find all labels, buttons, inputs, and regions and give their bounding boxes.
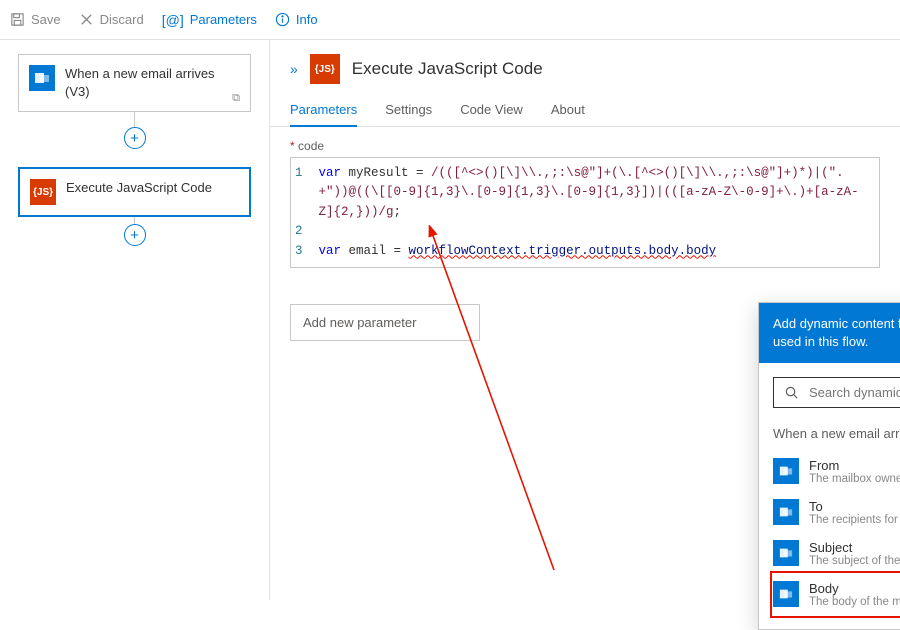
tab-codeview[interactable]: Code View	[460, 94, 523, 126]
discard-label: Discard	[100, 12, 144, 27]
parameters-icon: [@]	[162, 12, 184, 28]
discard-button[interactable]: Discard	[79, 12, 144, 27]
code-label: * code	[290, 139, 880, 153]
js-icon: {JS}	[30, 179, 56, 205]
action-details-panel: » {JS} Execute JavaScript Code Parameter…	[270, 40, 900, 600]
code-editor[interactable]: 1 23 var myResult = /(([^<>()[\]\\.,;:\s…	[290, 157, 880, 268]
save-button[interactable]: Save	[10, 12, 61, 27]
item-description: The mailbox owner and sender of the mess…	[809, 473, 900, 485]
dynamic-content-item[interactable]: FromThe mailbox owner and sender of the …	[773, 451, 900, 492]
item-description: The body of the message	[809, 596, 900, 608]
outlook-icon	[773, 499, 799, 525]
add-step-button[interactable]: +	[124, 127, 146, 149]
info-button[interactable]: Info	[275, 12, 318, 27]
item-title: Body	[809, 581, 900, 596]
search-input[interactable]	[809, 385, 900, 400]
item-title: Subject	[809, 540, 900, 555]
popup-message: Add dynamic content from the apps and co…	[773, 315, 900, 351]
dynamic-content-item[interactable]: ToThe recipients for the message	[773, 492, 900, 533]
item-title: To	[809, 499, 900, 514]
dynamic-content-search[interactable]	[773, 377, 900, 408]
tab-settings[interactable]: Settings	[385, 94, 432, 126]
trigger-card[interactable]: When a new email arrives (V3) ⧉	[18, 54, 251, 112]
dynamic-content-popup: Add dynamic content from the apps and co…	[758, 302, 900, 630]
action-title: Execute JavaScript Code	[66, 179, 212, 197]
outlook-icon	[773, 581, 799, 607]
panel-tabs: Parameters Settings Code View About	[270, 94, 900, 127]
code-content[interactable]: var myResult = /(([^<>()[\]\\.,;:\s@"]+(…	[311, 158, 879, 267]
group-title: When a new email arrives (V3)	[773, 426, 900, 441]
outlook-icon	[773, 540, 799, 566]
dynamic-content-item[interactable]: BodyThe body of the message	[773, 574, 900, 615]
dynamic-content-item[interactable]: SubjectThe subject of the message	[773, 533, 900, 574]
panel-header: » {JS} Execute JavaScript Code	[270, 40, 900, 94]
js-icon: {JS}	[310, 54, 340, 84]
top-toolbar: Save Discard [@] Parameters Info	[0, 0, 900, 40]
tab-about[interactable]: About	[551, 94, 585, 126]
action-card[interactable]: {JS} Execute JavaScript Code	[18, 167, 251, 217]
link-icon: ⧉	[232, 92, 240, 105]
item-description: The recipients for the message	[809, 514, 900, 526]
code-gutter: 1 23	[291, 158, 311, 267]
tab-parameters[interactable]: Parameters	[290, 94, 357, 127]
parameters-label: Parameters	[190, 12, 257, 27]
close-icon	[79, 12, 94, 27]
info-icon	[275, 12, 290, 27]
add-step-button[interactable]: +	[124, 224, 146, 246]
save-label: Save	[31, 12, 61, 27]
outlook-icon	[773, 458, 799, 484]
parameters-button[interactable]: [@] Parameters	[162, 12, 257, 28]
add-parameter-dropdown[interactable]: Add new parameter	[290, 304, 480, 341]
collapse-button[interactable]: »	[290, 61, 298, 77]
info-label: Info	[296, 12, 318, 27]
workflow-designer: When a new email arrives (V3) ⧉ + {JS} E…	[0, 40, 270, 600]
trigger-title: When a new email arrives (V3)	[65, 65, 240, 101]
search-icon	[784, 385, 799, 400]
save-icon	[10, 12, 25, 27]
outlook-icon	[29, 65, 55, 91]
item-title: From	[809, 458, 900, 473]
item-description: The subject of the message	[809, 555, 900, 567]
panel-title: Execute JavaScript Code	[352, 59, 543, 79]
